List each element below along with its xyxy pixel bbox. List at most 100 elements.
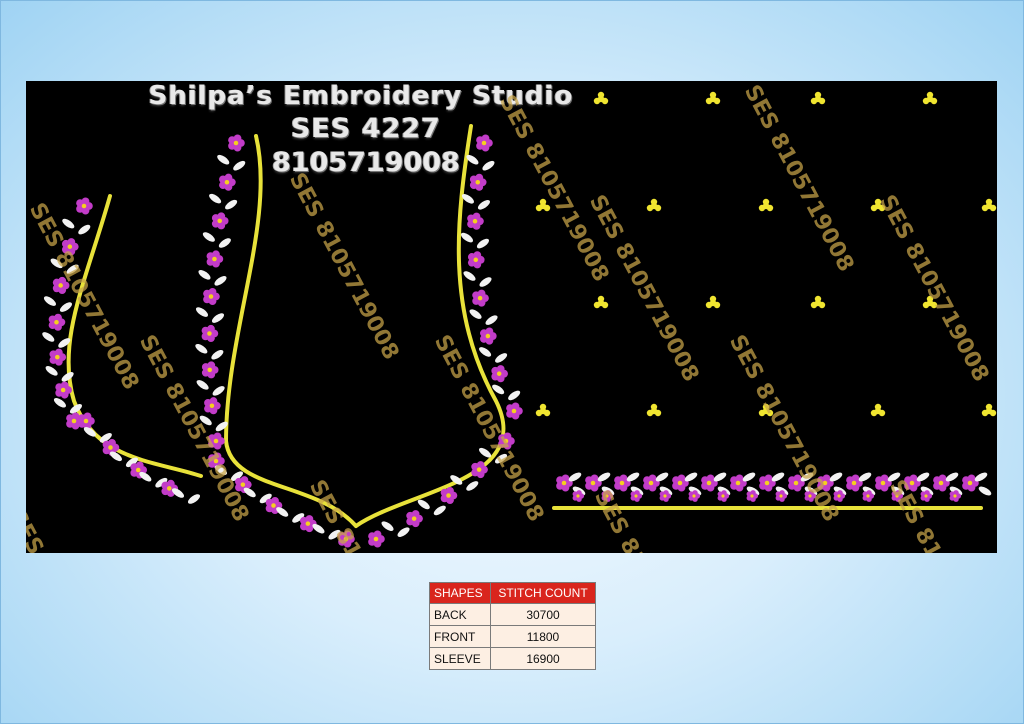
dot-cluster bbox=[870, 198, 886, 212]
embroidery-leaf bbox=[195, 307, 209, 317]
embroidery-flower bbox=[506, 402, 523, 420]
embroidery-leaf bbox=[211, 349, 224, 360]
design-code: SES 4227 bbox=[291, 113, 441, 144]
count-cell: 16900 bbox=[490, 647, 596, 670]
dot-cluster bbox=[870, 403, 886, 417]
embroidery-leaf bbox=[214, 276, 227, 286]
embroidery-leaf bbox=[508, 390, 521, 401]
shape-cell: FRONT bbox=[429, 625, 491, 648]
embroidery-leaf bbox=[495, 353, 508, 363]
embroidery-leaf bbox=[78, 224, 91, 235]
embroidery-leaf bbox=[211, 313, 225, 323]
embroidery-leaf bbox=[485, 315, 498, 325]
table-row: BACK 30700 bbox=[429, 603, 596, 626]
embroidery-flower bbox=[201, 324, 219, 343]
embroidery-flower bbox=[201, 361, 219, 379]
embroidery-flower bbox=[472, 289, 489, 307]
embroidery-leaf bbox=[225, 199, 238, 210]
dot-cluster bbox=[705, 295, 721, 309]
embroidery-flower bbox=[61, 238, 79, 256]
embroidery-leaf bbox=[45, 366, 58, 376]
embroidery-leaf bbox=[50, 258, 63, 269]
embroidery-flower bbox=[211, 212, 229, 230]
embroidery-leaf bbox=[433, 505, 446, 516]
embroidery-leaf bbox=[381, 521, 394, 531]
embroidery-leaf bbox=[43, 296, 56, 306]
table-header-row: SHAPES STITCH COUNT bbox=[429, 582, 596, 604]
embroidery-leaf bbox=[199, 415, 212, 426]
dot-cluster bbox=[922, 295, 938, 309]
embroidery-leaf bbox=[477, 199, 490, 210]
stitch-count-table: SHAPES STITCH COUNT BACK 30700 FRONT 118… bbox=[429, 582, 596, 670]
dot-cluster bbox=[758, 403, 774, 417]
embroidery-leaf bbox=[466, 481, 479, 491]
dot-cluster bbox=[810, 295, 826, 309]
shape-cell: BACK bbox=[429, 603, 491, 626]
embroidery-flower bbox=[300, 515, 317, 533]
embroidery-flower bbox=[491, 365, 508, 383]
dot-cluster bbox=[593, 91, 609, 105]
table-row: SLEEVE 16900 bbox=[429, 647, 596, 670]
studio-name: Shilpa’s Embroidery Studio bbox=[148, 81, 574, 111]
embroidery-flower bbox=[206, 250, 224, 268]
embroidery-leaf bbox=[217, 154, 230, 165]
embroidery-flower bbox=[76, 197, 93, 215]
dot-cluster bbox=[535, 198, 551, 212]
embroidery-leaf bbox=[66, 264, 79, 275]
front-neck-left-outline bbox=[223, 134, 358, 528]
embroidery-flower bbox=[480, 327, 497, 345]
embroidery-leaf bbox=[463, 271, 476, 281]
embroidery-flower bbox=[203, 287, 220, 306]
dot-cluster bbox=[705, 91, 721, 105]
embroidery-leaf bbox=[42, 332, 55, 342]
embroidery-leaf bbox=[233, 160, 246, 171]
embroidery-leaf bbox=[479, 277, 492, 287]
embroidery-artwork bbox=[42, 91, 997, 548]
border-leaf bbox=[978, 486, 992, 496]
embroidery-flower bbox=[440, 486, 458, 505]
shape-cell: SLEEVE bbox=[429, 647, 491, 670]
dot-cluster bbox=[646, 198, 662, 212]
embroidery-flower bbox=[78, 412, 95, 430]
embroidery-leaf bbox=[59, 302, 72, 312]
embroidery-leaf bbox=[62, 218, 75, 229]
dot-cluster bbox=[981, 403, 997, 417]
embroidery-leaf bbox=[209, 193, 222, 204]
embroidery-flower bbox=[48, 313, 66, 331]
count-cell: 11800 bbox=[490, 625, 596, 648]
embroidery-leaf bbox=[198, 270, 211, 280]
embroidery-leaf bbox=[187, 494, 201, 504]
dot-cluster bbox=[535, 403, 551, 417]
count-cell: 30700 bbox=[490, 603, 596, 626]
embroidery-flower bbox=[208, 432, 225, 450]
embroidery-leaf bbox=[196, 380, 209, 390]
embroidery-flower bbox=[228, 134, 245, 152]
embroidery-flower bbox=[406, 510, 423, 528]
embroidery-flower bbox=[467, 212, 484, 230]
embroidery-flower bbox=[52, 276, 70, 294]
table-row: FRONT 11800 bbox=[429, 625, 596, 648]
embroidery-leaf bbox=[218, 238, 231, 248]
embroidery-flower bbox=[338, 530, 355, 548]
embroidery-leaf bbox=[202, 232, 215, 242]
embroidery-leaf bbox=[212, 386, 225, 396]
dot-cluster bbox=[758, 198, 774, 212]
embroidery-leaf bbox=[397, 527, 410, 537]
header-shapes: SHAPES bbox=[429, 582, 491, 604]
embroidery-design-panel: Shilpa’s Embroidery Studio SES 4227 8105… bbox=[26, 81, 997, 553]
studio-phone: 8105719008 bbox=[272, 147, 460, 178]
embroidery-flower bbox=[498, 432, 515, 450]
embroidery-leaf bbox=[195, 343, 208, 354]
dot-cluster bbox=[981, 198, 997, 212]
embroidery-leaf bbox=[482, 160, 495, 171]
embroidery-leaf bbox=[476, 238, 489, 249]
embroidery-leaf bbox=[469, 309, 482, 319]
header-stitch-count: STITCH COUNT bbox=[490, 582, 596, 604]
dot-cluster bbox=[810, 91, 826, 105]
embroidery-flower bbox=[467, 251, 485, 269]
embroidery-flower bbox=[204, 397, 221, 415]
embroidery-flower bbox=[476, 134, 493, 152]
embroidery-flower bbox=[469, 173, 487, 191]
embroidery-leaf bbox=[460, 232, 473, 243]
embroidery-flower bbox=[219, 173, 236, 191]
